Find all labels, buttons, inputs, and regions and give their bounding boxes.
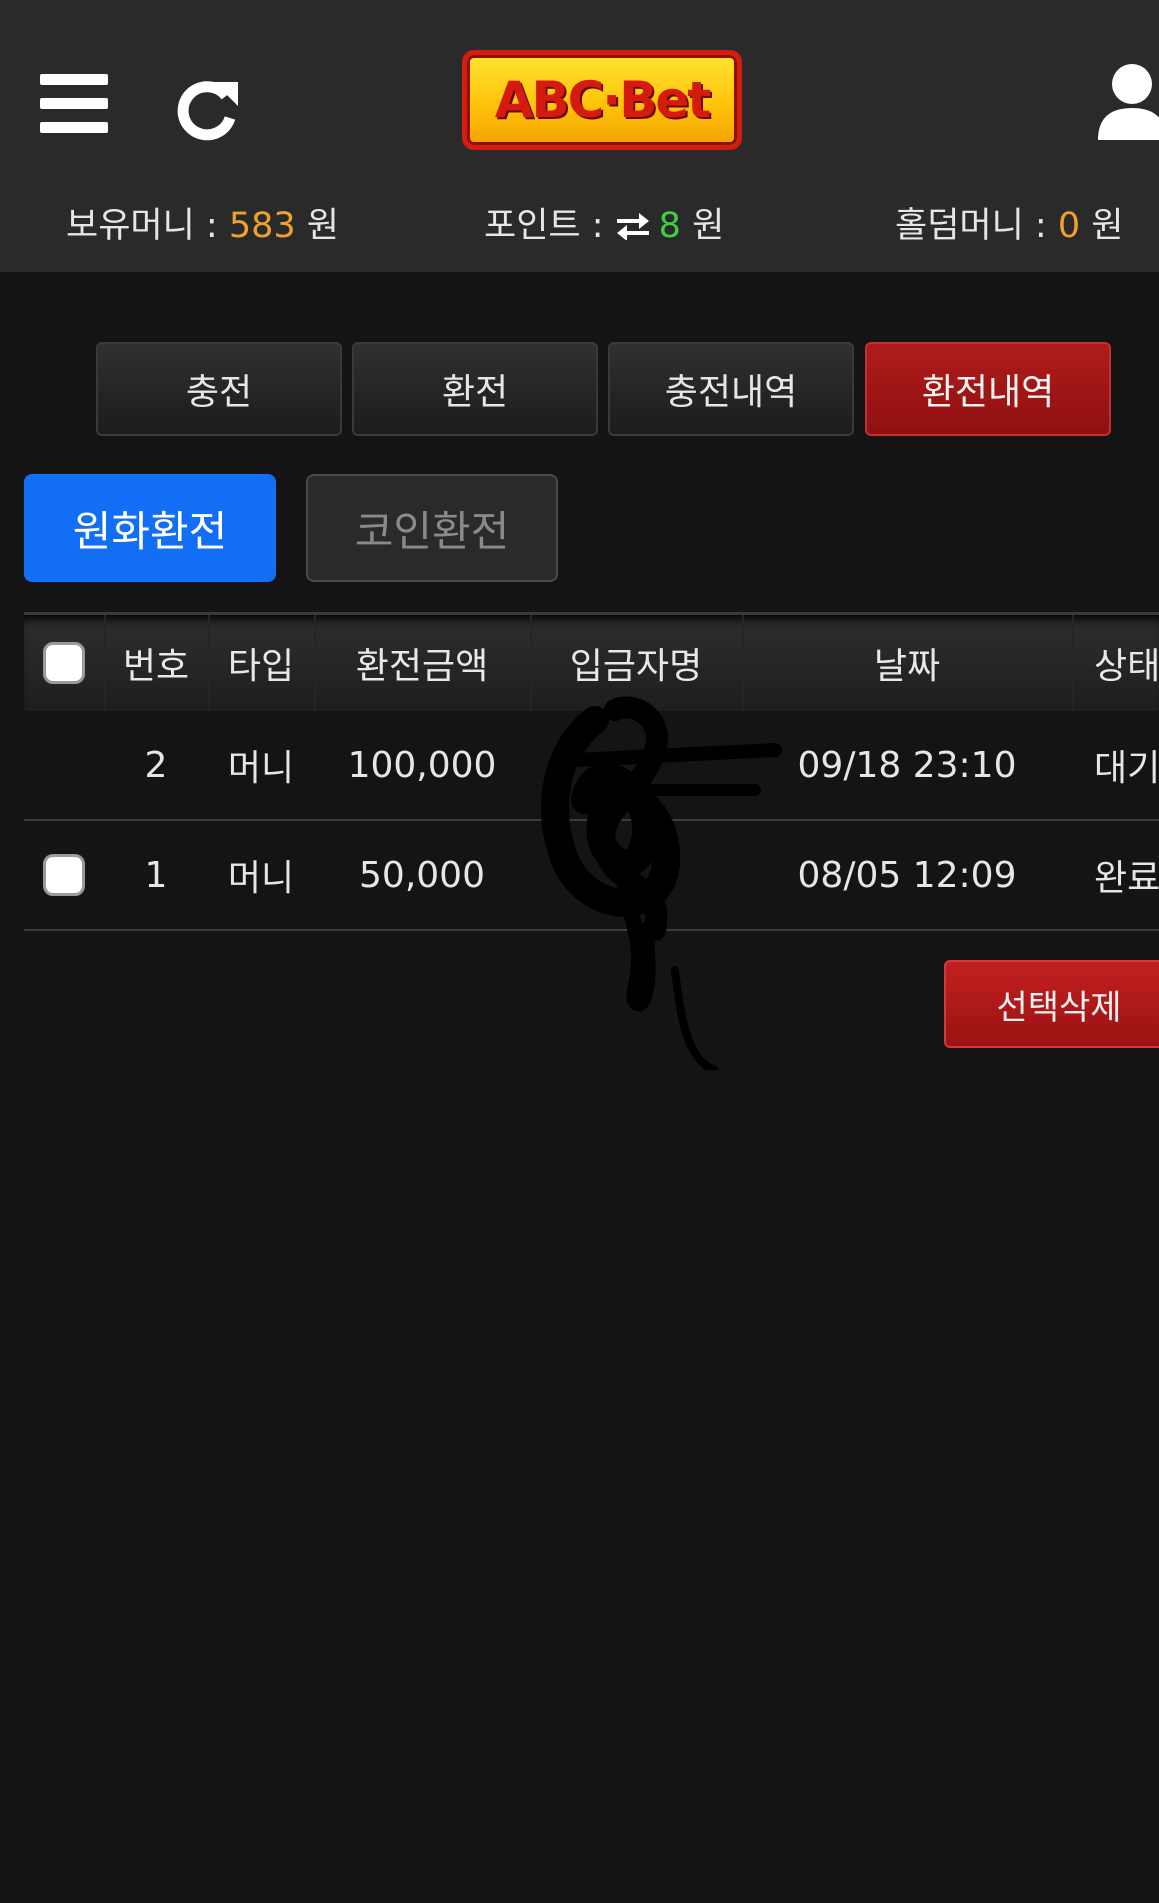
select-all-checkbox[interactable] bbox=[43, 642, 85, 684]
row-status: 완료 bbox=[1094, 858, 1159, 899]
refresh-icon[interactable] bbox=[176, 78, 240, 142]
table-row: 1 머니 50,000 08/05 12:09 완료 bbox=[24, 821, 1159, 931]
points[interactable]: 포인트 : 8 원 bbox=[484, 196, 724, 259]
tab-withdraw[interactable]: 환전 bbox=[352, 342, 598, 436]
logo-text: ABC·Bet bbox=[494, 71, 711, 129]
withdraw-history-table: 번호 타입 환전금액 입금자명 날짜 상태 2 머니 100,000 09/18… bbox=[24, 612, 1159, 931]
holdem-money: 홀덤머니 : 0 원 bbox=[895, 196, 1123, 256]
holdem-money-label: 홀덤머니 : bbox=[895, 206, 1058, 246]
holding-money-value: 583 bbox=[228, 206, 296, 246]
holdem-money-unit: 원 bbox=[1080, 206, 1124, 246]
table-row: 2 머니 100,000 09/18 23:10 대기 bbox=[24, 711, 1159, 821]
row-depositor-name bbox=[530, 821, 742, 929]
holding-money-label: 보유머니 : bbox=[66, 206, 229, 246]
row-depositor-name bbox=[530, 711, 742, 819]
header-amount: 환전금액 bbox=[355, 646, 489, 687]
subtab-coin-withdraw[interactable]: 코인환전 bbox=[306, 474, 558, 582]
holding-money-unit: 원 bbox=[295, 206, 339, 246]
select-all-cell bbox=[24, 615, 104, 711]
header-type: 타입 bbox=[227, 646, 295, 687]
holding-money: 보유머니 : 583 원 bbox=[66, 196, 339, 256]
row-no: 2 bbox=[144, 744, 168, 786]
row-checkbox-cell bbox=[24, 821, 104, 929]
points-label: 포인트 : bbox=[484, 206, 615, 246]
row-checkbox[interactable] bbox=[43, 854, 85, 896]
row-no: 1 bbox=[144, 854, 168, 896]
tab-withdraw-history[interactable]: 환전내역 bbox=[865, 342, 1111, 436]
tab-deposit-history[interactable]: 충전내역 bbox=[608, 342, 854, 436]
header-date: 날짜 bbox=[873, 646, 941, 687]
holdem-money-value: 0 bbox=[1057, 206, 1081, 246]
row-type: 머니 bbox=[227, 748, 295, 789]
row-amount: 100,000 bbox=[347, 744, 497, 786]
swap-arrows-icon[interactable] bbox=[615, 199, 651, 259]
row-date: 09/18 23:10 bbox=[797, 744, 1017, 786]
points-unit: 원 bbox=[680, 206, 725, 246]
row-checkbox-cell bbox=[24, 711, 104, 819]
header-status: 상태 bbox=[1094, 646, 1159, 687]
row-amount: 50,000 bbox=[359, 854, 485, 896]
hamburger-menu-icon[interactable] bbox=[40, 74, 110, 138]
delete-selected-button[interactable]: 선택삭제 bbox=[944, 960, 1159, 1048]
tab-deposit[interactable]: 충전 bbox=[96, 342, 342, 436]
user-icon[interactable] bbox=[1094, 60, 1159, 142]
row-status: 대기 bbox=[1094, 748, 1159, 789]
points-value: 8 bbox=[658, 206, 681, 246]
row-date: 08/05 12:09 bbox=[797, 854, 1017, 896]
balance-bar: 보유머니 : 583 원 포인트 : 8 원 홀덤머니 : 0 원 bbox=[0, 196, 1159, 256]
table-header: 번호 타입 환전금액 입금자명 날짜 상태 bbox=[24, 612, 1159, 711]
top-header: ABC·Bet 보유머니 : 583 원 포인트 : 8 원 홀덤머니 : 0 … bbox=[0, 0, 1159, 272]
abc-bet-logo[interactable]: ABC·Bet bbox=[462, 50, 742, 150]
header-no: 번호 bbox=[122, 646, 190, 687]
row-type: 머니 bbox=[227, 858, 295, 899]
subtab-krw-withdraw[interactable]: 원화환전 bbox=[24, 474, 276, 582]
header-depositor-name: 입금자명 bbox=[569, 646, 703, 687]
